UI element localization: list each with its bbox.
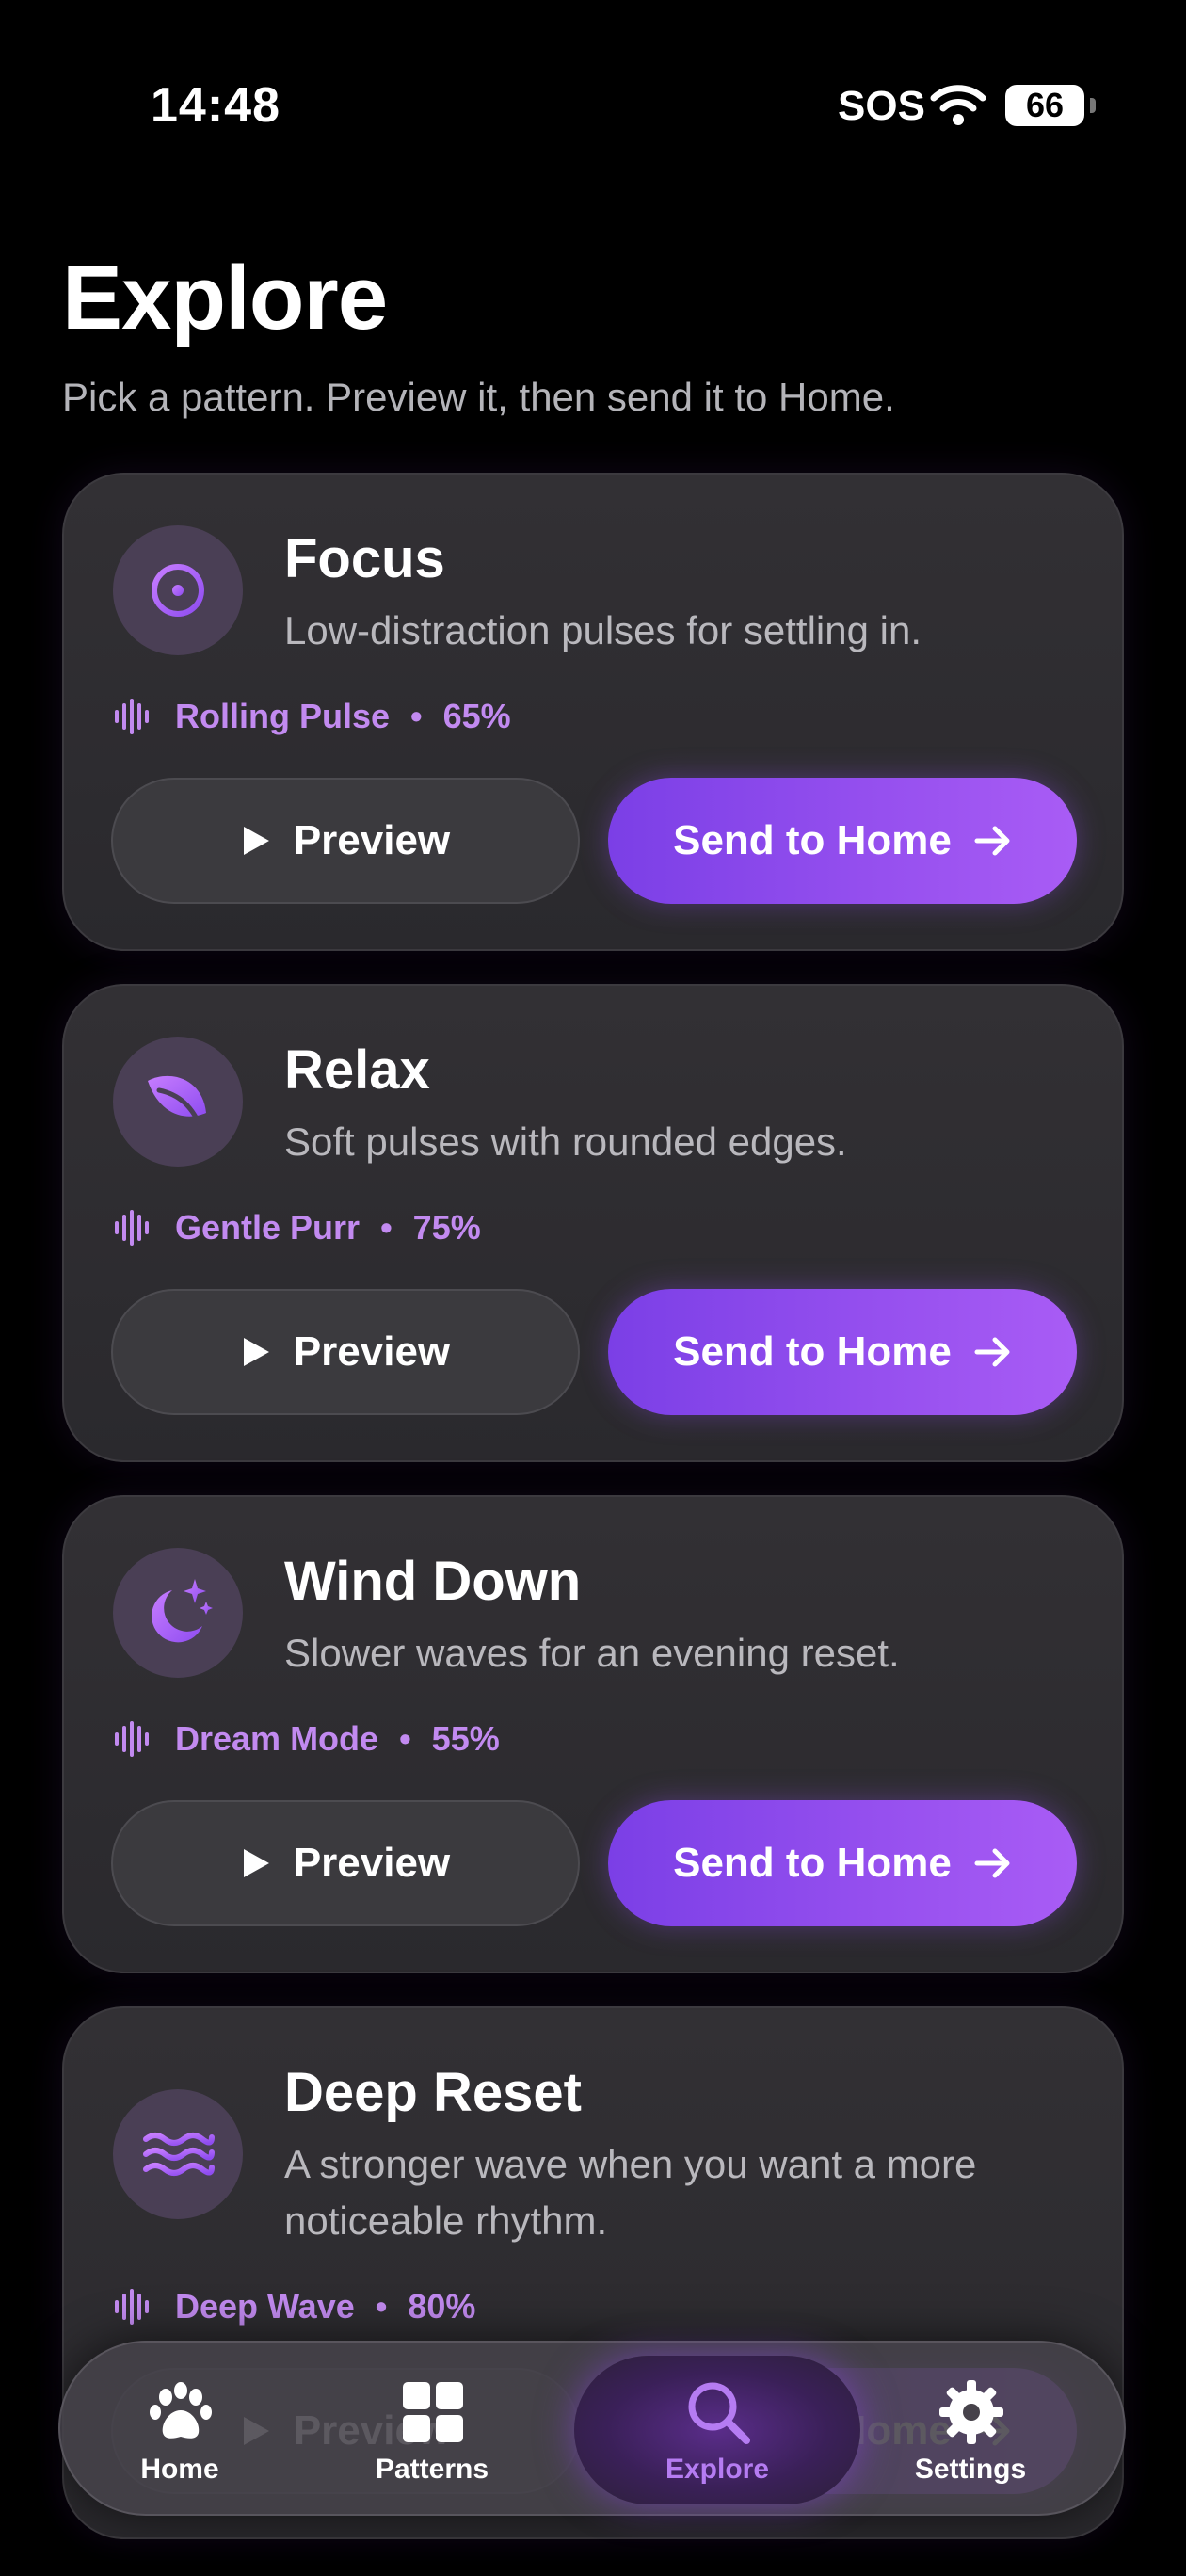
card-description: Slower waves for an evening reset. bbox=[284, 1631, 900, 1675]
page-subtitle: Pick a pattern. Preview it, then send it… bbox=[62, 375, 895, 419]
wifi-icon bbox=[930, 85, 986, 125]
card-description: Soft pulses with rounded edges. bbox=[284, 1119, 847, 1164]
card-description: A stronger wave when you want a more not… bbox=[284, 2142, 977, 2243]
pattern-name: Deep Wave bbox=[175, 2287, 355, 2326]
tab-label: Patterns bbox=[375, 2454, 489, 2485]
pattern-card-focus: Focus Low-distraction pulses for settlin… bbox=[62, 473, 1124, 951]
pattern-card-wind-down: Wind Down Slower waves for an evening re… bbox=[62, 1495, 1124, 1973]
play-icon bbox=[243, 827, 269, 855]
tab-home[interactable]: Home bbox=[72, 2343, 288, 2518]
tab-label: Home bbox=[140, 2454, 219, 2485]
page-title: Explore bbox=[62, 248, 388, 348]
card-pattern-meta: Rolling Pulse • 65% bbox=[113, 693, 511, 740]
pattern-intensity: 65% bbox=[442, 697, 511, 735]
pattern-name: Gentle Purr bbox=[175, 1208, 361, 1247]
waveform-icon bbox=[115, 1210, 149, 1246]
status-time: 14:48 bbox=[151, 78, 280, 133]
tab-label: Settings bbox=[914, 2454, 1027, 2485]
card-title: Deep Reset bbox=[284, 2062, 582, 2123]
arrow-right-icon bbox=[974, 1337, 1010, 1367]
status-bar: 14:48 SOS 66 bbox=[0, 0, 1186, 188]
pattern-intensity: 80% bbox=[408, 2287, 476, 2326]
tab-patterns[interactable]: Patterns bbox=[324, 2343, 540, 2518]
arrow-right-icon bbox=[974, 826, 1010, 856]
pattern-intensity: 55% bbox=[431, 1719, 500, 1758]
tab-label: Explore bbox=[665, 2454, 770, 2485]
tab-explore[interactable]: Explore bbox=[609, 2343, 825, 2518]
moon-stars-icon bbox=[113, 1548, 243, 1678]
preview-button[interactable]: Preview bbox=[111, 1289, 580, 1415]
play-icon bbox=[243, 1338, 269, 1366]
waveform-icon bbox=[115, 2289, 149, 2325]
waveform-icon bbox=[115, 1721, 149, 1757]
paw-icon bbox=[150, 2382, 212, 2439]
sos-indicator: SOS bbox=[838, 83, 925, 129]
card-pattern-meta: Gentle Purr • 75% bbox=[113, 1204, 481, 1251]
play-icon bbox=[243, 1849, 269, 1877]
send-to-home-button[interactable]: Send to Home bbox=[608, 1800, 1077, 1926]
preview-button[interactable]: Preview bbox=[111, 778, 580, 904]
card-description: Low-distraction pulses for settling in. bbox=[284, 608, 922, 652]
send-to-home-button[interactable]: Send to Home bbox=[608, 778, 1077, 904]
pattern-intensity: 75% bbox=[412, 1208, 481, 1247]
card-title: Relax bbox=[284, 1039, 430, 1101]
card-title: Wind Down bbox=[284, 1551, 582, 1612]
arrow-right-icon bbox=[974, 1848, 1010, 1878]
search-icon bbox=[688, 2382, 750, 2444]
waves-icon bbox=[113, 2089, 243, 2219]
card-title: Focus bbox=[284, 528, 445, 589]
preview-button[interactable]: Preview bbox=[111, 1800, 580, 1926]
grid-icon bbox=[403, 2382, 463, 2442]
leaf-icon bbox=[113, 1037, 243, 1167]
card-pattern-meta: Deep Wave • 80% bbox=[113, 2283, 475, 2330]
tab-settings[interactable]: Settings bbox=[862, 2343, 1079, 2518]
waveform-icon bbox=[115, 699, 149, 734]
pattern-card-relax: Relax Soft pulses with rounded edges. Ge… bbox=[62, 984, 1124, 1462]
card-pattern-meta: Dream Mode • 55% bbox=[113, 1715, 500, 1763]
battery-level: 66 bbox=[1005, 85, 1084, 126]
battery-icon: 66 bbox=[1005, 85, 1096, 126]
pattern-name: Rolling Pulse bbox=[175, 697, 391, 735]
pattern-name: Dream Mode bbox=[175, 1719, 379, 1758]
crosshair-icon bbox=[113, 525, 243, 655]
send-to-home-button[interactable]: Send to Home bbox=[608, 1289, 1077, 1415]
tab-bar: Home Patterns Explore Settings bbox=[58, 2341, 1126, 2516]
gear-icon bbox=[939, 2380, 1003, 2444]
